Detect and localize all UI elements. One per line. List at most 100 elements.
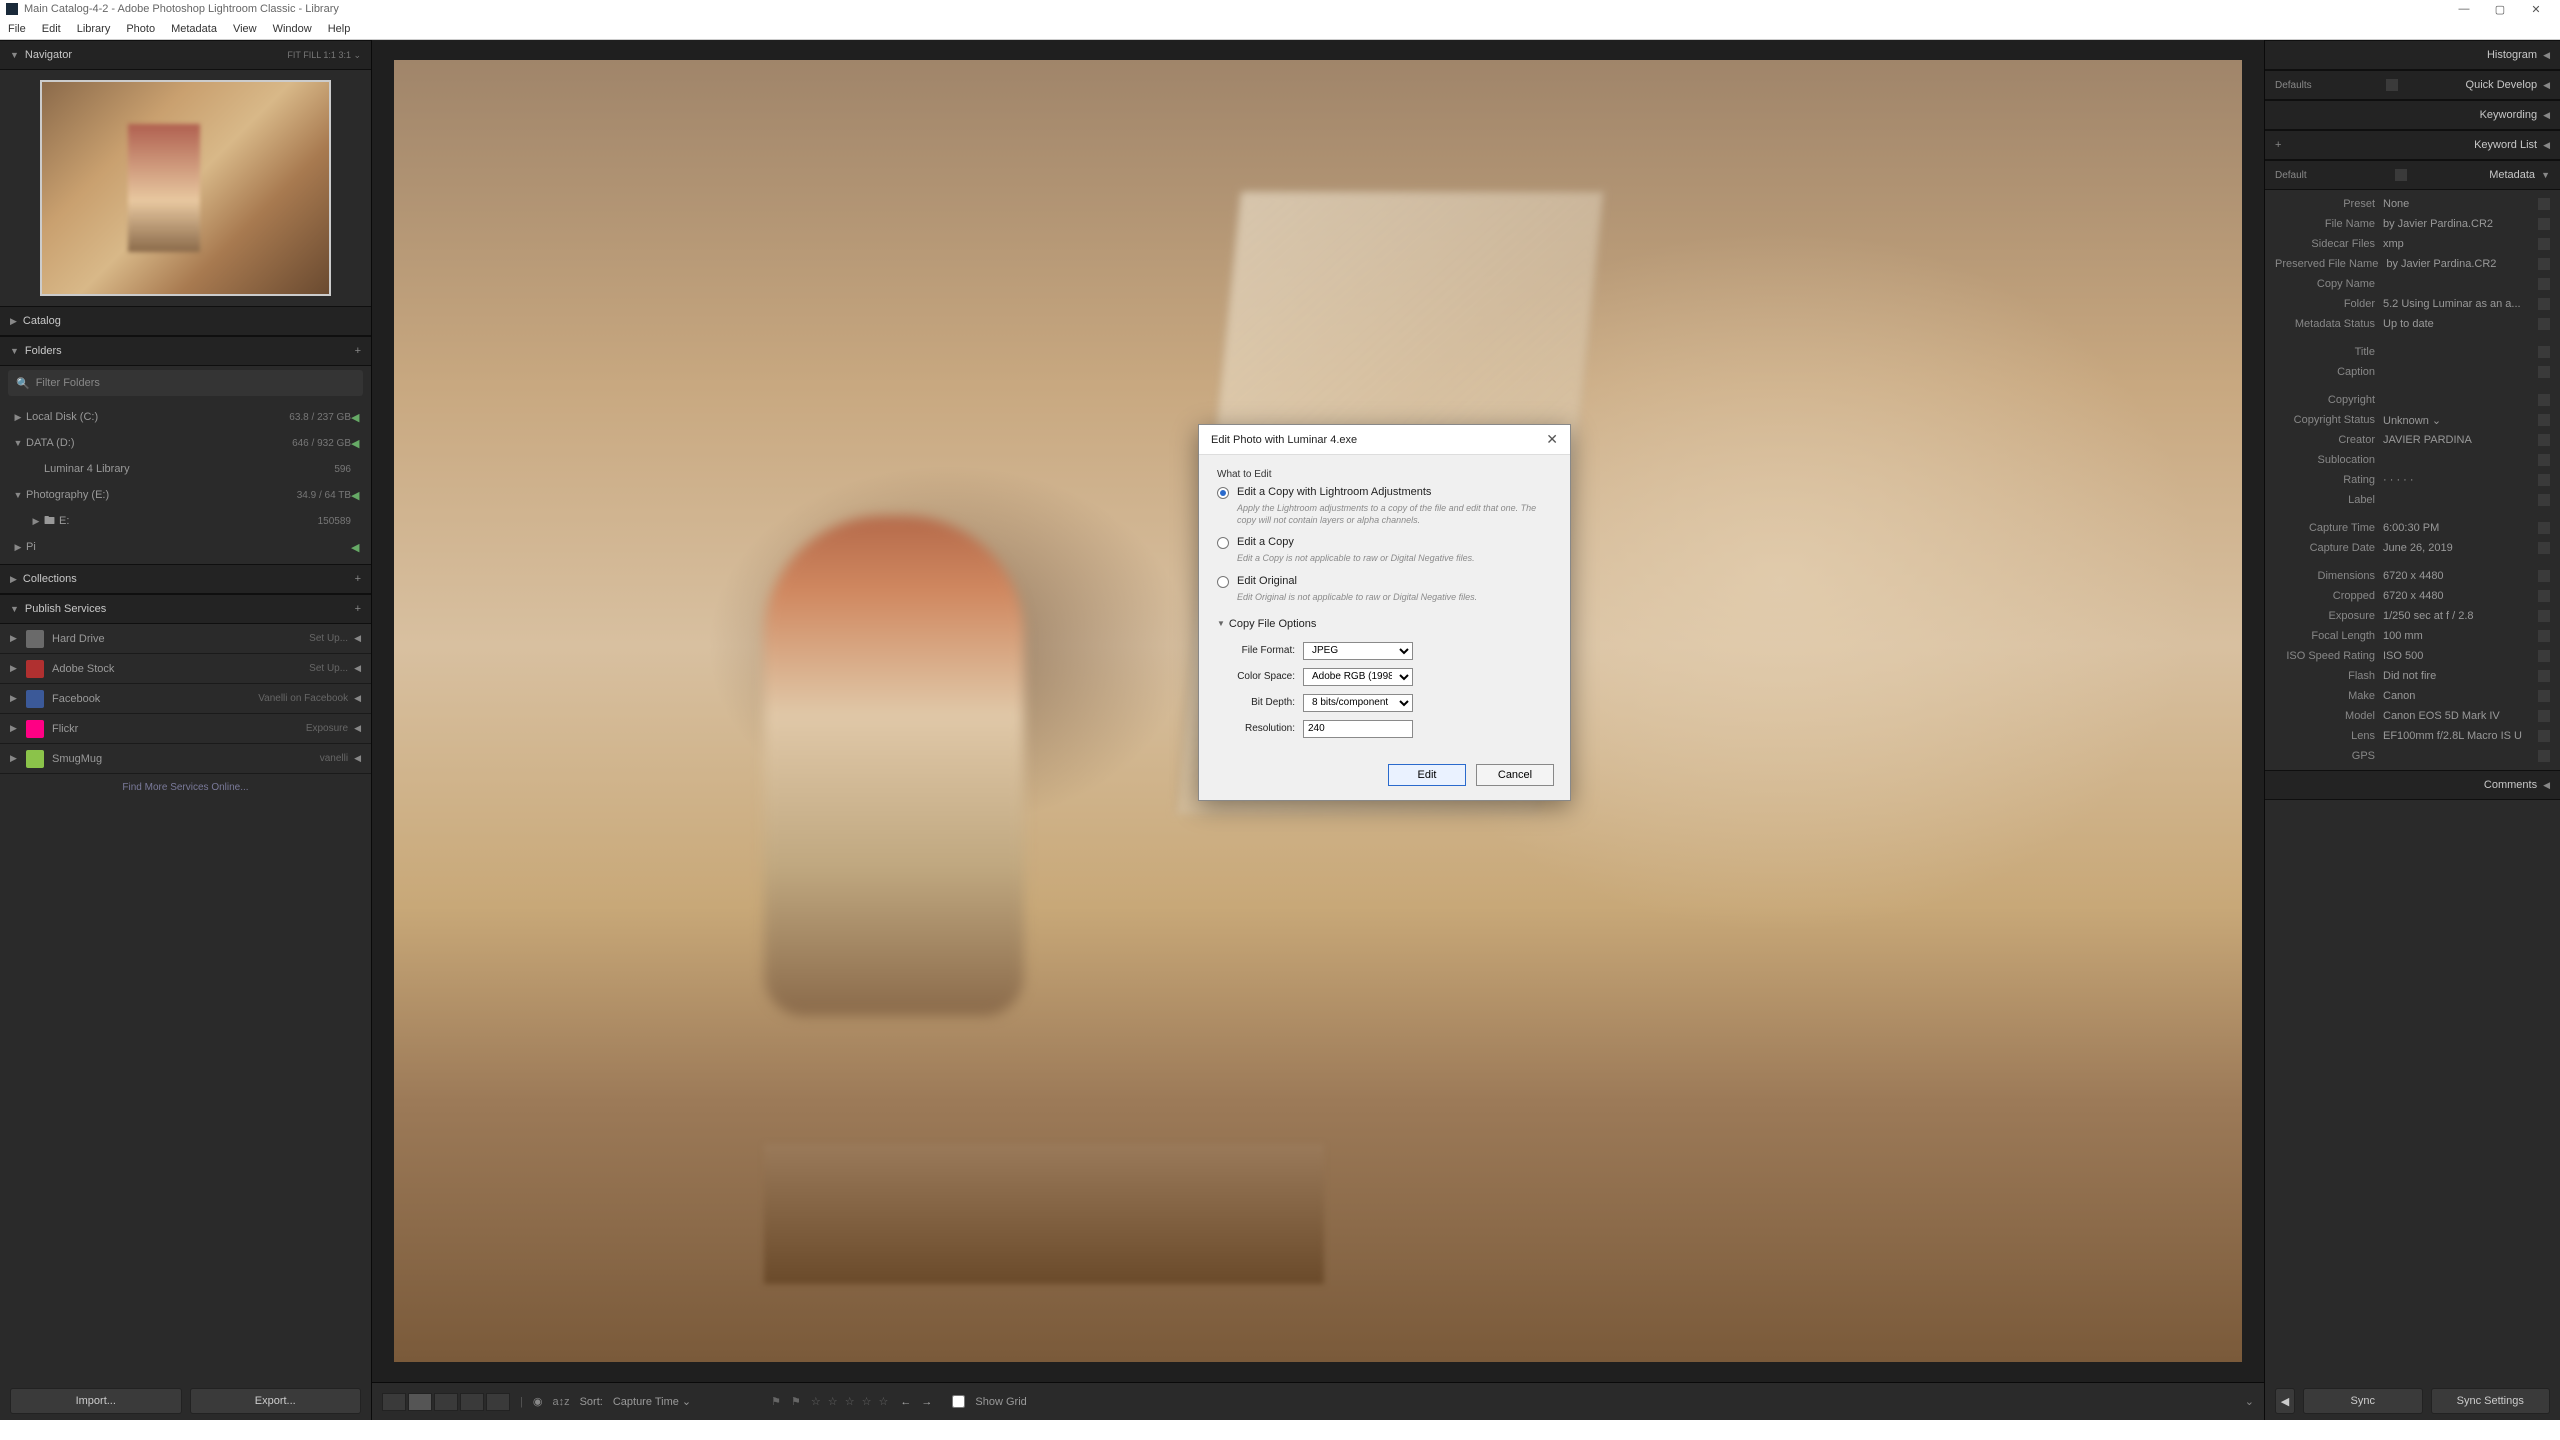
metadata-field-value[interactable]: ISO 500: [2383, 650, 2534, 662]
find-more-services-link[interactable]: Find More Services Online...: [0, 774, 371, 801]
menu-file[interactable]: File: [8, 23, 26, 35]
sync-button[interactable]: Sync: [2303, 1388, 2423, 1414]
disclosure-icon[interactable]: ▼: [10, 438, 26, 448]
metadata-action-icon[interactable]: [2538, 238, 2550, 250]
metadata-action-icon[interactable]: [2538, 318, 2550, 330]
metadata-action-icon[interactable]: [2538, 298, 2550, 310]
menu-library[interactable]: Library: [77, 23, 111, 35]
menu-edit[interactable]: Edit: [42, 23, 61, 35]
minimize-icon[interactable]: —: [2446, 3, 2482, 15]
folder-row[interactable]: ▼DATA (D:)646 / 932 GB ◀: [0, 430, 371, 456]
metadata-field-value[interactable]: 6:00:30 PM: [2383, 522, 2534, 534]
metadata-action-icon[interactable]: [2538, 414, 2550, 426]
collections-header[interactable]: ▶ Collections +: [0, 564, 371, 594]
color-space-select[interactable]: Adobe RGB (1998): [1303, 668, 1413, 686]
quickdevelop-mode[interactable]: Defaults: [2275, 80, 2312, 91]
metadata-action-icon[interactable]: [2538, 690, 2550, 702]
metadata-action-icon[interactable]: [2538, 278, 2550, 290]
keywordlist-header[interactable]: + Keyword List ◀: [2265, 130, 2560, 160]
metadata-field-value[interactable]: Unknown ⌄: [2383, 414, 2534, 427]
rating-stars[interactable]: ☆ ☆ ☆ ☆ ☆: [811, 1395, 891, 1408]
metadata-field-value[interactable]: Canon: [2383, 690, 2534, 702]
metadata-action-icon[interactable]: [2538, 590, 2550, 602]
survey-view-icon[interactable]: [460, 1393, 484, 1411]
add-publish-icon[interactable]: +: [355, 603, 361, 615]
metadata-action-icon[interactable]: [2538, 750, 2550, 762]
metadata-field-value[interactable]: by Javier Pardina.CR2: [2386, 258, 2534, 270]
disclosure-icon[interactable]: ▶: [10, 542, 26, 553]
metadata-field-value[interactable]: 1/250 sec at f / 2.8: [2383, 610, 2534, 622]
publish-service-row[interactable]: ▶Hard DriveSet Up...◀: [0, 624, 371, 654]
metadata-field-value[interactable]: 5.2 Using Luminar as an a...: [2383, 298, 2534, 310]
metadata-action-icon[interactable]: [2538, 474, 2550, 486]
sort-direction-icon[interactable]: a↕z: [552, 1396, 569, 1408]
folder-row[interactable]: Luminar 4 Library596: [0, 456, 371, 482]
file-format-select[interactable]: JPEG: [1303, 642, 1413, 660]
loupe-image[interactable]: Edit Photo with Luminar 4.exe ✕ What to …: [394, 60, 2242, 1362]
add-folder-icon[interactable]: +: [355, 345, 361, 357]
folder-row[interactable]: ▶Local Disk (C:)63.8 / 237 GB ◀: [0, 404, 371, 430]
metadata-field-value[interactable]: 6720 x 4480: [2383, 590, 2534, 602]
metadata-field-value[interactable]: · · · · ·: [2383, 474, 2534, 486]
add-keyword-icon[interactable]: +: [2275, 139, 2281, 151]
flag-picked-icon[interactable]: ⚑: [771, 1395, 781, 1408]
metadata-action-icon[interactable]: [2538, 650, 2550, 662]
keywording-header[interactable]: Keywording ◀: [2265, 100, 2560, 130]
disclosure-icon[interactable]: ▶: [10, 723, 26, 734]
sync-settings-button[interactable]: Sync Settings: [2431, 1388, 2551, 1414]
navigator-header[interactable]: ▼ Navigator FIT FILL 1:1 3:1 ⌄: [0, 40, 371, 70]
add-collection-icon[interactable]: +: [355, 573, 361, 585]
publish-service-row[interactable]: ▶SmugMugvanelli◀: [0, 744, 371, 774]
radio-edit-copy-adjustments[interactable]: Edit a Copy with Lightroom Adjustments: [1217, 486, 1552, 499]
menu-view[interactable]: View: [233, 23, 257, 35]
folders-header[interactable]: ▼ Folders +: [0, 336, 371, 366]
navigator-thumbnail[interactable]: [40, 80, 331, 296]
thumbnail-size-dropdown-icon[interactable]: ⌄: [2245, 1395, 2254, 1408]
loupe-view-icon[interactable]: [408, 1393, 432, 1411]
radio-edit-copy[interactable]: Edit a Copy: [1217, 536, 1552, 549]
metadata-field-value[interactable]: Canon EOS 5D Mark IV: [2383, 710, 2534, 722]
metadata-action-icon[interactable]: [2538, 522, 2550, 534]
disclosure-icon[interactable]: ▶: [10, 753, 26, 764]
prev-photo-icon[interactable]: ←: [900, 1396, 911, 1408]
bit-depth-select[interactable]: 8 bits/component: [1303, 694, 1413, 712]
metadata-field-value[interactable]: EF100mm f/2.8L Macro IS U: [2383, 730, 2534, 742]
metadata-header[interactable]: Default Metadata ▼: [2265, 160, 2560, 190]
metadata-action-icon[interactable]: [2538, 494, 2550, 506]
histogram-header[interactable]: Histogram ◀: [2265, 40, 2560, 70]
metadata-action-icon[interactable]: [2538, 346, 2550, 358]
radio-edit-original[interactable]: Edit Original: [1217, 575, 1552, 588]
metadata-action-icon[interactable]: [2538, 610, 2550, 622]
metadata-field-value[interactable]: 100 mm: [2383, 630, 2534, 642]
folder-row[interactable]: ▶Pi ◀: [0, 534, 371, 560]
disclosure-icon[interactable]: ▶: [10, 633, 26, 644]
publish-service-row[interactable]: ▶Adobe StockSet Up...◀: [0, 654, 371, 684]
metadata-field-value[interactable]: xmp: [2383, 238, 2534, 250]
quickdevelop-header[interactable]: Defaults Quick Develop ◀: [2265, 70, 2560, 100]
publish-service-row[interactable]: ▶FacebookVanelli on Facebook◀: [0, 684, 371, 714]
metadata-preset[interactable]: Default: [2275, 170, 2307, 181]
quickdevelop-mode-icon[interactable]: [2386, 79, 2398, 91]
metadata-action-icon[interactable]: [2538, 198, 2550, 210]
disclosure-icon[interactable]: ▶: [28, 516, 44, 527]
metadata-preset-icon[interactable]: [2395, 169, 2407, 181]
disclosure-icon[interactable]: ▶: [10, 412, 26, 423]
metadata-action-icon[interactable]: [2538, 730, 2550, 742]
disclosure-icon[interactable]: ▶: [10, 663, 26, 674]
metadata-field-value[interactable]: by Javier Pardina.CR2: [2383, 218, 2534, 230]
menu-photo[interactable]: Photo: [126, 23, 155, 35]
menu-metadata[interactable]: Metadata: [171, 23, 217, 35]
metadata-field-value[interactable]: None: [2383, 198, 2534, 210]
folder-row[interactable]: ▼Photography (E:)34.9 / 64 TB ◀: [0, 482, 371, 508]
metadata-field-value[interactable]: June 26, 2019: [2383, 542, 2534, 554]
metadata-field-value[interactable]: Did not fire: [2383, 670, 2534, 682]
metadata-action-icon[interactable]: [2538, 542, 2550, 554]
navigator-zoom-opts[interactable]: FIT FILL 1:1 3:1 ⌄: [287, 50, 361, 61]
metadata-action-icon[interactable]: [2538, 570, 2550, 582]
metadata-action-icon[interactable]: [2538, 434, 2550, 446]
metadata-field-value[interactable]: Up to date: [2383, 318, 2534, 330]
metadata-action-icon[interactable]: [2538, 258, 2550, 270]
dialog-close-icon[interactable]: ✕: [1546, 431, 1558, 448]
metadata-action-icon[interactable]: [2538, 394, 2550, 406]
menu-help[interactable]: Help: [328, 23, 351, 35]
